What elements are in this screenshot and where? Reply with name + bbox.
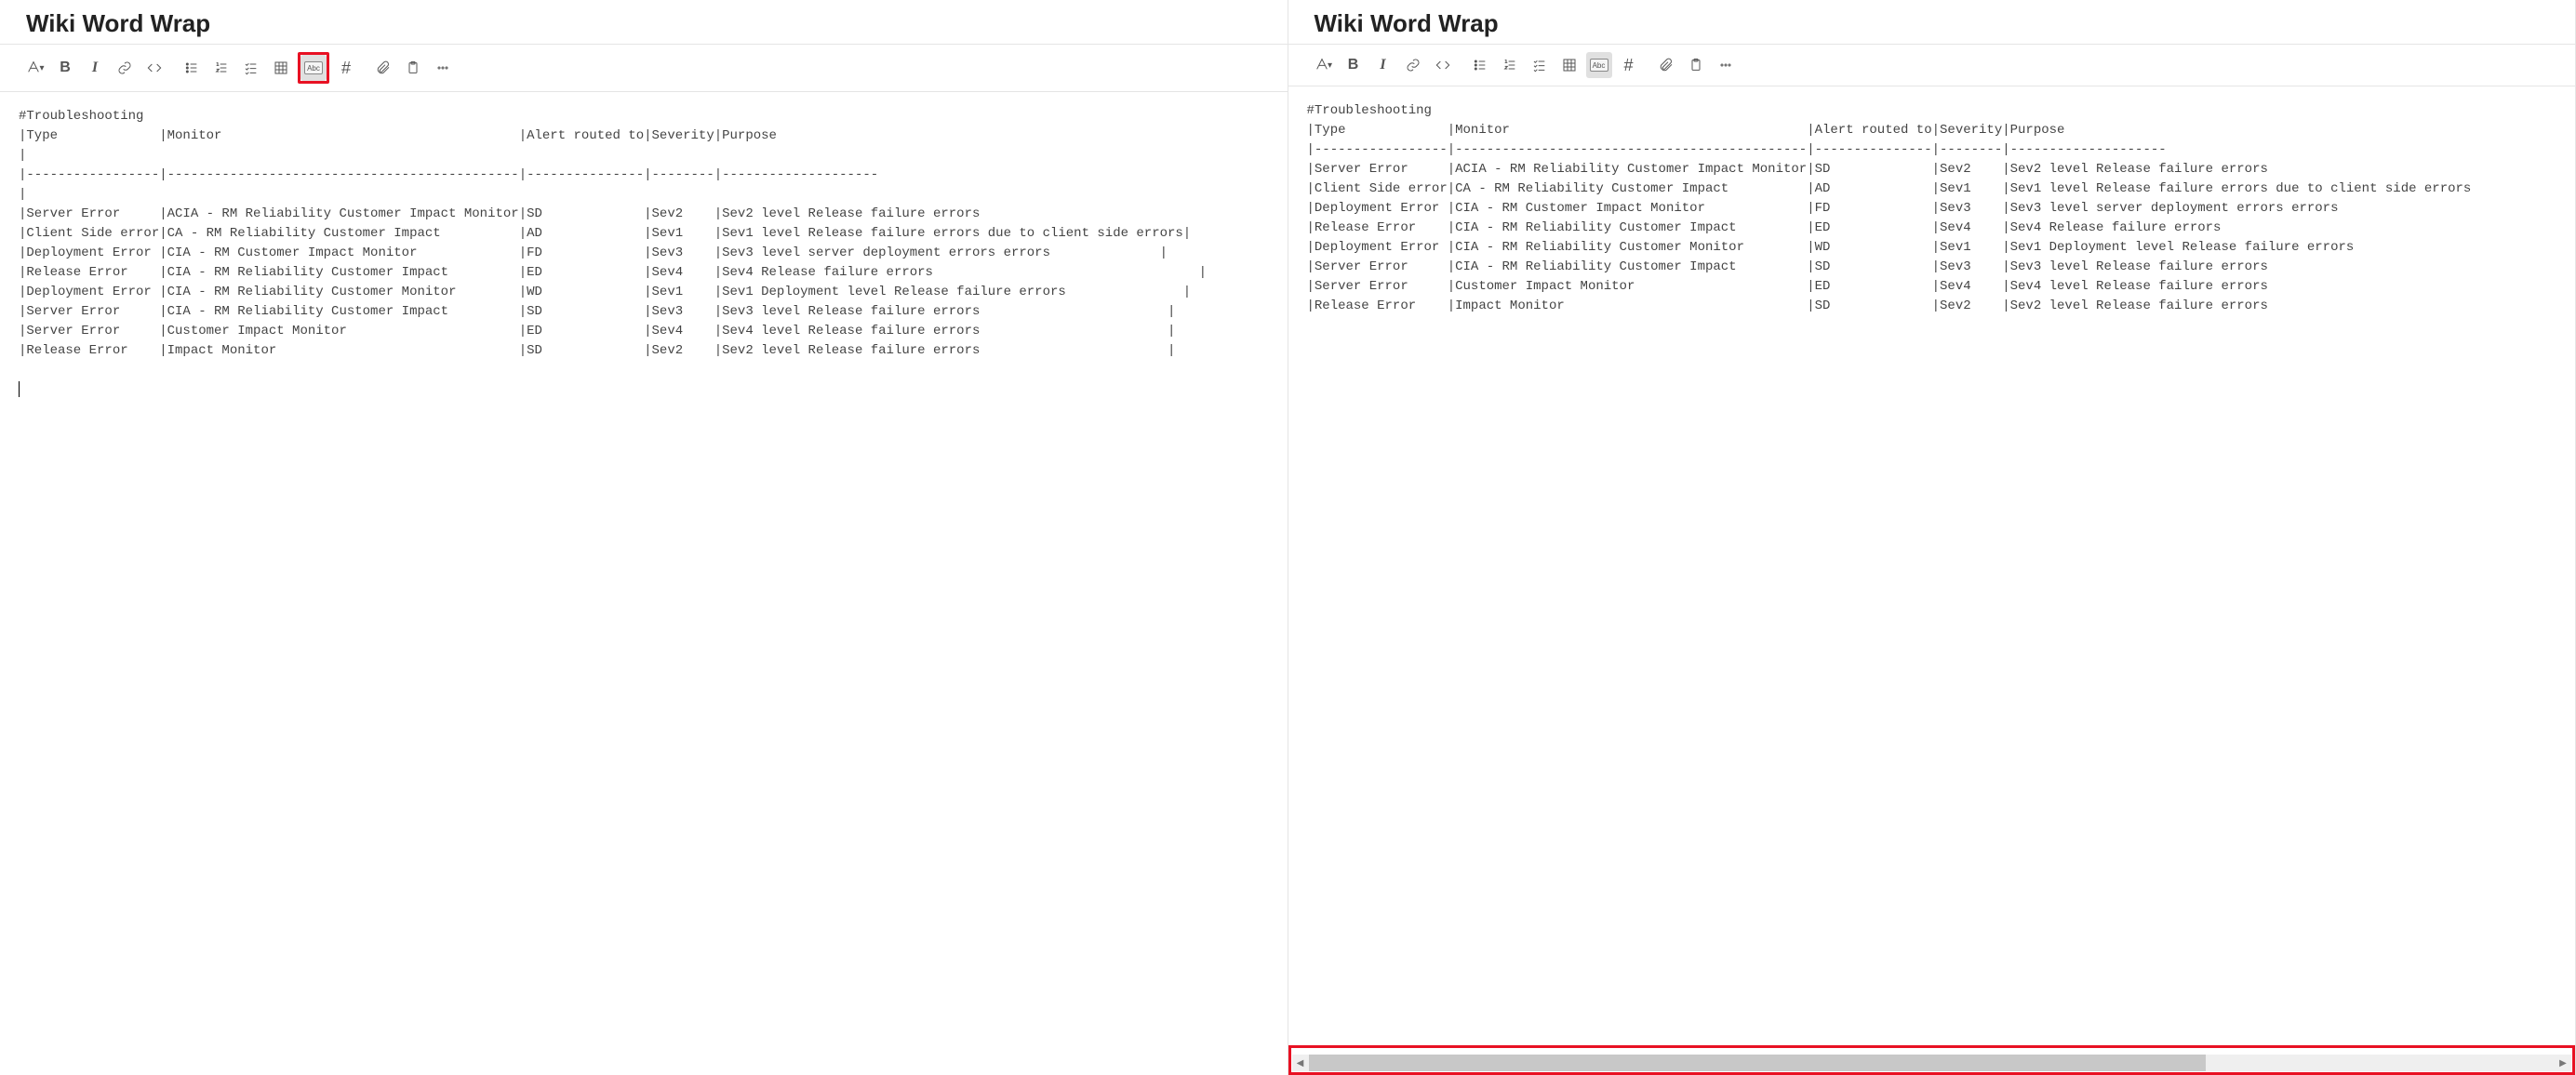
- scroll-left-arrow[interactable]: ◀: [1292, 1058, 1309, 1068]
- bullet-list-button[interactable]: [179, 55, 205, 81]
- page-title: Wiki Word Wrap: [1315, 9, 2550, 38]
- link-button[interactable]: [1400, 52, 1426, 78]
- italic-button[interactable]: I: [82, 55, 108, 81]
- title-row: Wiki Word Wrap: [1288, 0, 2576, 45]
- editor-content-left[interactable]: #Troubleshooting |Type |Monitor |Alert r…: [0, 92, 1288, 1075]
- abc-icon: Abc: [1590, 59, 1608, 72]
- numbered-list-button[interactable]: [208, 55, 234, 81]
- code-button[interactable]: [141, 55, 167, 81]
- more-button[interactable]: [1713, 52, 1739, 78]
- more-button[interactable]: [430, 55, 456, 81]
- checklist-button[interactable]: [238, 55, 264, 81]
- word-wrap-highlight: Abc: [298, 52, 329, 84]
- table-button[interactable]: [1556, 52, 1582, 78]
- left-pane: Wiki Word Wrap ▾ B I Abc # #Troubleshoot…: [0, 0, 1288, 1075]
- toolbar-right: ▾ B I Abc #: [1288, 45, 2576, 86]
- page-title: Wiki Word Wrap: [26, 9, 1261, 38]
- scroll-thumb[interactable]: [1309, 1055, 2206, 1071]
- mention-button[interactable]: #: [1616, 52, 1642, 78]
- bold-button[interactable]: B: [1341, 52, 1367, 78]
- text-cursor: [19, 381, 20, 397]
- attach-button[interactable]: [1653, 52, 1679, 78]
- format-dropdown[interactable]: ▾: [1311, 52, 1337, 78]
- bold-button[interactable]: B: [52, 55, 78, 81]
- toolbar-left: ▾ B I Abc #: [0, 45, 1288, 92]
- chevron-down-icon: ▾: [39, 63, 44, 73]
- code-button[interactable]: [1430, 52, 1456, 78]
- paste-button[interactable]: [400, 55, 426, 81]
- paste-button[interactable]: [1683, 52, 1709, 78]
- editor-content-right[interactable]: #Troubleshooting |Type |Monitor |Alert r…: [1288, 86, 2576, 1075]
- horizontal-scrollbar[interactable]: ◀ ▶: [1292, 1055, 2572, 1071]
- numbered-list-button[interactable]: [1497, 52, 1523, 78]
- right-pane: Wiki Word Wrap ▾ B I Abc # #Troubleshoot…: [1288, 0, 2576, 1075]
- table-button[interactable]: [268, 55, 294, 81]
- word-wrap-button[interactable]: Abc: [300, 55, 327, 81]
- word-wrap-button[interactable]: Abc: [1586, 52, 1612, 78]
- bullet-list-button[interactable]: [1467, 52, 1493, 78]
- link-button[interactable]: [112, 55, 138, 81]
- format-dropdown[interactable]: ▾: [22, 55, 48, 81]
- checklist-button[interactable]: [1527, 52, 1553, 78]
- mention-button[interactable]: #: [333, 55, 359, 81]
- attach-button[interactable]: [370, 55, 396, 81]
- abc-icon: Abc: [304, 61, 323, 74]
- scroll-track[interactable]: [1309, 1055, 2556, 1071]
- title-row: Wiki Word Wrap: [0, 0, 1288, 45]
- italic-button[interactable]: I: [1370, 52, 1396, 78]
- scroll-right-arrow[interactable]: ▶: [2555, 1058, 2571, 1068]
- chevron-down-icon: ▾: [1328, 60, 1332, 71]
